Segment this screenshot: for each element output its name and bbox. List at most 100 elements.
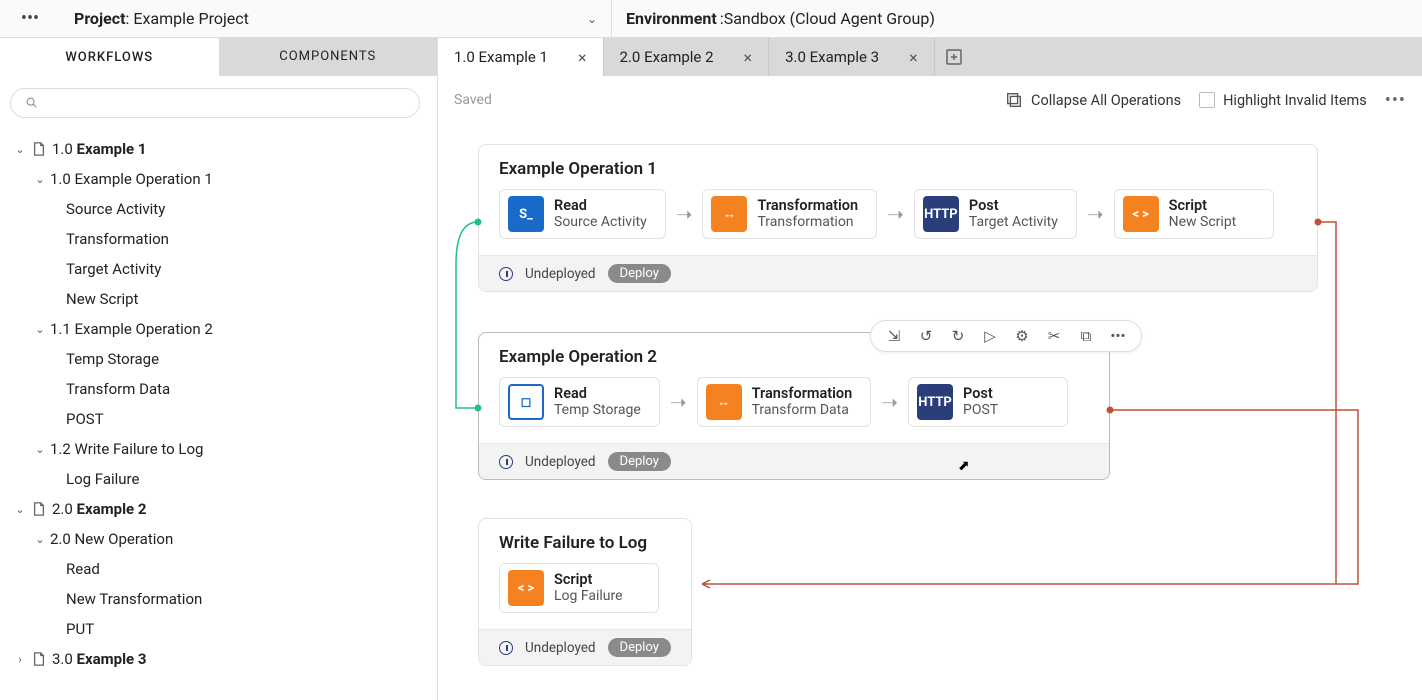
arrow-right-icon: ➝ — [676, 202, 693, 226]
operation-card[interactable]: Example Operation 2◻ReadTemp Storage➝↔Tr… — [478, 332, 1110, 480]
checkbox-icon — [1199, 92, 1215, 108]
operation-card[interactable]: Write Failure to Log< >ScriptLog Failure… — [478, 518, 692, 666]
copy-icon[interactable]: ⧉ — [1077, 327, 1095, 345]
twist-right-icon: › — [10, 653, 30, 666]
tree-item-label: Source Activity — [66, 200, 165, 218]
twist-down-icon: ⌄ — [30, 533, 50, 546]
tab-label: 2.0 Example 2 — [620, 48, 714, 66]
operation-step[interactable]: ◻ReadTemp Storage — [499, 377, 660, 427]
deploy-status: Undeployed — [525, 266, 596, 282]
more-icon[interactable]: ••• — [1109, 327, 1127, 345]
arrow-right-icon: ➝ — [887, 202, 904, 226]
deploy-button[interactable]: Deploy — [608, 264, 671, 283]
deploy-button[interactable]: Deploy — [608, 452, 671, 471]
tree-item-label: Target Activity — [66, 260, 161, 278]
collapse-icon — [1005, 91, 1023, 109]
operation-steps: ◻ReadTemp Storage ➝ ↔TransformationTransfo… — [479, 377, 1109, 443]
arrow-right-icon: ➝ — [670, 390, 687, 414]
arrow-right-icon: ➝ — [881, 390, 898, 414]
operation-step[interactable]: HTTPPostTarget Activity — [914, 189, 1077, 239]
deploy-button[interactable]: Deploy — [608, 638, 671, 657]
tree-item-label: 2.0 Example 2 — [52, 500, 146, 518]
chevron-down-icon: ⌄ — [587, 12, 597, 26]
step-title: Transformation — [757, 198, 858, 215]
deploy-status: Undeployed — [525, 454, 596, 470]
tree-item[interactable]: Transformation — [0, 224, 437, 254]
operation-step[interactable]: ↔TransformationTransform Data — [697, 377, 872, 427]
status-icon — [499, 641, 513, 655]
canvas-area: 1.0 Example 1×2.0 Example 2×3.0 Example … — [438, 38, 1422, 700]
step-title: Read — [554, 386, 641, 403]
canvas-body[interactable]: Example Operation 1S_ReadSource Activity… — [438, 124, 1422, 700]
operation-steps: S_ReadSource Activity ➝ ↔TransformationTra… — [479, 189, 1317, 255]
sidebar: WORKFLOWS COMPONENTS ⌄1.0 Example 1⌄1.0 … — [0, 38, 438, 700]
more-button[interactable]: ••• — [1385, 90, 1406, 111]
tree-item[interactable]: POST — [0, 404, 437, 434]
operation-step[interactable]: < >ScriptNew Script — [1114, 189, 1274, 239]
tree-item[interactable]: ⌄1.0 Example Operation 1 — [0, 164, 437, 194]
tree-item[interactable]: New Script — [0, 284, 437, 314]
collapse-all-button[interactable]: Collapse All Operations — [1005, 91, 1181, 109]
cut-icon[interactable]: ✂ — [1045, 327, 1063, 345]
operation-step[interactable]: < >ScriptLog Failure — [499, 563, 659, 613]
tree-item[interactable]: ⌄2.0 New Operation — [0, 524, 437, 554]
operation-step[interactable]: S_ReadSource Activity — [499, 189, 666, 239]
tree-item[interactable]: Temp Storage — [0, 344, 437, 374]
step-title: Post — [963, 386, 998, 403]
tab-components[interactable]: COMPONENTS — [219, 38, 438, 76]
highlight-invalid-toggle[interactable]: Highlight Invalid Items — [1199, 92, 1367, 109]
environment-label: Environment — [626, 9, 717, 28]
close-icon[interactable]: × — [909, 48, 918, 67]
close-icon[interactable]: × — [744, 48, 753, 67]
operation-card[interactable]: Example Operation 1S_ReadSource Activity… — [478, 144, 1318, 292]
tree-item-label: Transformation — [66, 230, 169, 248]
tree-item[interactable]: Read — [0, 554, 437, 584]
tree-item-label: POST — [66, 410, 104, 428]
environment-display: Environment: Sandbox (Cloud Agent Group) — [612, 0, 1422, 37]
tree-item-label: Transform Data — [66, 380, 170, 398]
step-title: Post — [969, 198, 1058, 215]
debug-icon[interactable]: ⚙ — [1013, 327, 1031, 345]
collapse-icon[interactable]: ⇲ — [885, 327, 903, 345]
http-icon: HTTP — [923, 196, 959, 232]
tree-item[interactable]: PUT — [0, 614, 437, 644]
step-subtitle: POST — [963, 402, 998, 418]
tab-workflows[interactable]: WORKFLOWS — [0, 38, 219, 76]
add-tab-button[interactable] — [935, 38, 973, 76]
tree-item[interactable]: ⌄1.0 Example 1 — [0, 134, 437, 164]
menu-button[interactable]: ••• — [0, 0, 60, 37]
transform-icon: ↔ — [706, 384, 742, 420]
undo-icon[interactable]: ↺ — [917, 327, 935, 345]
status-icon — [499, 267, 513, 281]
project-selector[interactable]: Project: Example Project ⌄ — [60, 0, 612, 37]
operation-title: Example Operation 1 — [479, 145, 1317, 189]
tree-item-label: Read — [66, 560, 100, 578]
tree-item[interactable]: Log Failure — [0, 464, 437, 494]
tree-item-label: New Transformation — [66, 590, 202, 608]
tree-item[interactable]: New Transformation — [0, 584, 437, 614]
canvas-tab[interactable]: 2.0 Example 2 × — [604, 38, 770, 76]
canvas-tab[interactable]: 1.0 Example 1× — [438, 38, 604, 76]
tree-item[interactable]: ⌄2.0 Example 2 — [0, 494, 437, 524]
redo-icon[interactable]: ↻ — [949, 327, 967, 345]
tree-item[interactable]: ⌄1.1 Example Operation 2 — [0, 314, 437, 344]
close-icon[interactable]: × — [578, 48, 587, 67]
tree-item[interactable]: Target Activity — [0, 254, 437, 284]
twist-down-icon: ⌄ — [10, 143, 30, 156]
search-input[interactable] — [10, 88, 420, 118]
twist-down-icon: ⌄ — [30, 173, 50, 186]
operation-footer: Undeployed Deploy — [479, 443, 1109, 479]
play-icon[interactable]: ▷ — [981, 327, 999, 345]
tree-item[interactable]: ›3.0 Example 3 — [0, 644, 437, 674]
step-title: Read — [554, 198, 647, 215]
canvas-tab[interactable]: 3.0 Example 3× — [769, 38, 935, 76]
operation-step[interactable]: HTTPPostPOST — [908, 377, 1068, 427]
operation-step[interactable]: ↔TransformationTransformation — [702, 189, 877, 239]
tree-item[interactable]: ⌄1.2 Write Failure to Log — [0, 434, 437, 464]
file-icon — [30, 502, 48, 516]
canvas-tabs: 1.0 Example 1×2.0 Example 2×3.0 Example … — [438, 38, 1422, 76]
tree-item[interactable]: Transform Data — [0, 374, 437, 404]
search-icon — [25, 96, 39, 110]
tree-item[interactable]: Source Activity — [0, 194, 437, 224]
step-subtitle: Transform Data — [752, 402, 853, 418]
